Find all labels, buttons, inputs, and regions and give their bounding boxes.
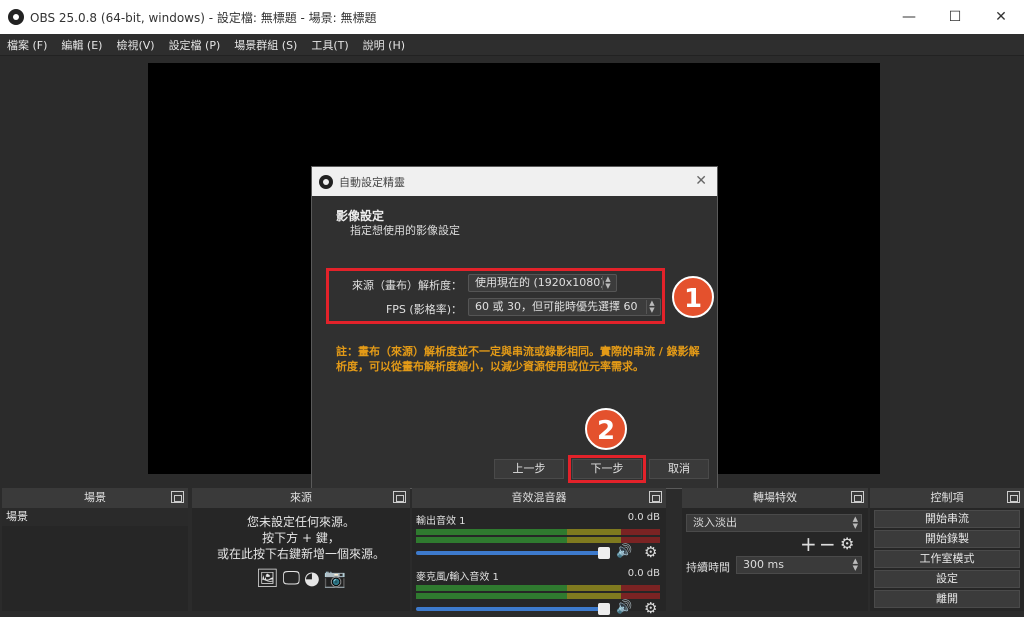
spin-arrows-icon: ▲ ▼ bbox=[646, 300, 657, 314]
duration-input[interactable]: 300 ms ▲ ▼ bbox=[736, 556, 862, 574]
scenes-dock: 場景 場景 bbox=[2, 488, 188, 611]
image-icon: 🖼 bbox=[255, 568, 279, 589]
globe-icon: ◕ bbox=[304, 568, 320, 589]
speaker-icon[interactable]: 🔊 bbox=[616, 544, 632, 559]
gear-icon[interactable]: ⚙ bbox=[840, 534, 854, 553]
camera-icon: 📷 bbox=[323, 568, 347, 589]
volume-slider-handle[interactable] bbox=[598, 547, 610, 559]
resolution-value: 使用現在的 (1920x1080) bbox=[475, 276, 605, 289]
fps-value: 60 或 30，但可能時優先選擇 60 bbox=[475, 300, 638, 313]
sources-empty-message: 您未設定任何來源。 按下方 + 鍵， 或在此按下右鍵新增一個來源。 bbox=[192, 514, 410, 562]
menu-profile[interactable]: 設定檔 (P) bbox=[162, 37, 228, 53]
window-title: OBS 25.0.8 (64-bit, windows) - 設定檔: 無標題 … bbox=[30, 10, 377, 25]
step-badge-2: 2 bbox=[585, 408, 627, 450]
dialog-titlebar: 自動設定精靈 ✕ bbox=[312, 167, 717, 196]
dialog-close-button[interactable]: ✕ bbox=[695, 173, 707, 189]
channel-name: 麥克風/輸入音效 1 bbox=[416, 572, 499, 583]
spin-arrows-icon[interactable]: ▲ ▼ bbox=[853, 558, 858, 572]
volume-meter bbox=[416, 593, 660, 599]
settings-button[interactable]: 設定 bbox=[874, 570, 1020, 588]
start-recording-button[interactable]: 開始錄製 bbox=[874, 530, 1020, 548]
channel-name: 輸出音效 1 bbox=[416, 516, 466, 527]
remove-transition-icon[interactable]: − bbox=[819, 532, 836, 556]
start-streaming-button[interactable]: 開始串流 bbox=[874, 510, 1020, 528]
fps-select[interactable]: 60 或 30，但可能時優先選擇 60 ▲ ▼ bbox=[468, 298, 661, 316]
add-transition-icon[interactable]: + bbox=[800, 532, 817, 556]
scene-list-item[interactable]: 場景 bbox=[2, 508, 188, 526]
sources-header: 來源 bbox=[192, 488, 410, 508]
close-window-button[interactable]: ✕ bbox=[978, 0, 1024, 34]
sources-dock: 來源 您未設定任何來源。 按下方 + 鍵， 或在此按下右鍵新增一個來源。 🖼 🖵… bbox=[192, 488, 410, 611]
dialog-title: 自動設定精靈 bbox=[339, 175, 405, 189]
channel-db: 0.0 dB bbox=[627, 568, 660, 579]
transitions-dock: 轉場特效 淡入淡出 ▲ ▼ + − ⚙ 持續時間 300 ms ▲ ▼ bbox=[682, 488, 868, 611]
display-icon: 🖵 bbox=[282, 568, 301, 589]
channel-db: 0.0 dB bbox=[627, 512, 660, 523]
sources-empty-line1: 您未設定任何來源。 bbox=[246, 515, 355, 529]
scenes-header: 場景 bbox=[2, 488, 188, 508]
menu-bar: 檔案 (F) 編輯 (E) 檢視(V) 設定檔 (P) 場景群組 (S) 工具(… bbox=[0, 34, 1024, 56]
transitions-title: 轉場特效 bbox=[753, 491, 797, 504]
undock-icon[interactable] bbox=[1007, 491, 1020, 503]
obs-logo-icon bbox=[319, 174, 333, 189]
menu-scene-collection[interactable]: 場景群組 (S) bbox=[227, 37, 304, 53]
volume-slider[interactable]: 🔊 ⚙ bbox=[416, 599, 666, 617]
cancel-button[interactable]: 取消 bbox=[649, 459, 709, 479]
menu-edit[interactable]: 編輯 (E) bbox=[54, 37, 109, 53]
studio-mode-button[interactable]: 工作室模式 bbox=[874, 550, 1020, 568]
sources-empty-line2: 按下方 + 鍵， bbox=[262, 531, 340, 545]
dialog-note: 註：畫布（來源）解析度並不一定與串流或錄影相同。實際的串流 / 錄影解析度，可以… bbox=[336, 345, 700, 373]
scenes-title: 場景 bbox=[84, 491, 106, 504]
menu-help[interactable]: 說明 (H) bbox=[356, 37, 412, 53]
step-badge-1: 1 bbox=[672, 276, 714, 318]
undock-icon[interactable] bbox=[851, 491, 864, 503]
mixer-header: 音效混音器 bbox=[412, 488, 666, 508]
window-titlebar: OBS 25.0.8 (64-bit, windows) - 設定檔: 無標題 … bbox=[0, 0, 1024, 34]
mixer-title: 音效混音器 bbox=[511, 491, 567, 504]
duration-label: 持續時間 bbox=[686, 561, 730, 574]
menu-file[interactable]: 檔案 (F) bbox=[0, 37, 54, 53]
controls-dock: 控制項 開始串流 開始錄製 工作室模式 設定 離開 bbox=[870, 488, 1024, 611]
volume-slider[interactable]: 🔊 ⚙ bbox=[416, 543, 666, 561]
spin-arrows-icon: ▲ ▼ bbox=[602, 276, 613, 290]
obs-logo-icon bbox=[8, 9, 24, 25]
fps-label: FPS (影格率)： bbox=[385, 303, 462, 316]
spin-arrows-icon: ▲ ▼ bbox=[852, 515, 858, 530]
speaker-icon[interactable]: 🔊 bbox=[616, 600, 632, 615]
exit-button[interactable]: 離開 bbox=[874, 590, 1020, 608]
maximize-button[interactable]: ☐ bbox=[932, 0, 978, 34]
resolution-select[interactable]: 使用現在的 (1920x1080) ▲ ▼ bbox=[468, 274, 617, 292]
gear-icon[interactable]: ⚙ bbox=[644, 599, 657, 617]
volume-meter bbox=[416, 529, 660, 535]
undock-icon[interactable] bbox=[393, 491, 406, 503]
sources-title: 來源 bbox=[290, 491, 312, 504]
next-button[interactable]: 下一步 bbox=[572, 459, 642, 479]
transition-buttons: + − ⚙ bbox=[682, 532, 868, 556]
volume-slider-handle[interactable] bbox=[598, 603, 610, 615]
duration-row: 持續時間 300 ms ▲ ▼ bbox=[682, 556, 868, 576]
transition-value: 淡入淡出 bbox=[693, 516, 737, 529]
minimize-button[interactable]: — bbox=[886, 0, 932, 34]
transition-select[interactable]: 淡入淡出 ▲ ▼ bbox=[686, 514, 862, 532]
undock-icon[interactable] bbox=[171, 491, 184, 503]
menu-view[interactable]: 檢視(V) bbox=[109, 37, 161, 53]
gear-icon[interactable]: ⚙ bbox=[644, 543, 657, 561]
mixer-channel-1: 輸出音效 1 0.0 dB 🔊 ⚙ bbox=[412, 512, 666, 561]
undock-icon[interactable] bbox=[649, 491, 662, 503]
source-type-icons: 🖼 🖵 ◕ 📷 bbox=[192, 568, 410, 589]
audio-mixer-dock: 音效混音器 輸出音效 1 0.0 dB 🔊 ⚙ 麥克風/輸入音效 1 0.0 d… bbox=[412, 488, 666, 617]
back-button[interactable]: 上一步 bbox=[494, 459, 564, 479]
controls-header: 控制項 bbox=[870, 488, 1024, 508]
volume-meter bbox=[416, 537, 660, 543]
dialog-subheading: 指定想使用的影像設定 bbox=[350, 224, 460, 237]
auto-config-dialog: 自動設定精靈 ✕ 影像設定 指定想使用的影像設定 來源（畫布）解析度： 使用現在… bbox=[311, 166, 718, 489]
menu-tools[interactable]: 工具(T) bbox=[304, 37, 355, 53]
volume-meter bbox=[416, 585, 660, 591]
transitions-header: 轉場特效 bbox=[682, 488, 868, 508]
mixer-channel-2: 麥克風/輸入音效 1 0.0 dB 🔊 ⚙ bbox=[412, 568, 666, 617]
resolution-label: 來源（畫布）解析度： bbox=[352, 279, 462, 292]
controls-title: 控制項 bbox=[930, 491, 964, 504]
sources-empty-line3: 或在此按下右鍵新增一個來源。 bbox=[216, 547, 385, 561]
duration-value: 300 ms bbox=[743, 558, 784, 571]
